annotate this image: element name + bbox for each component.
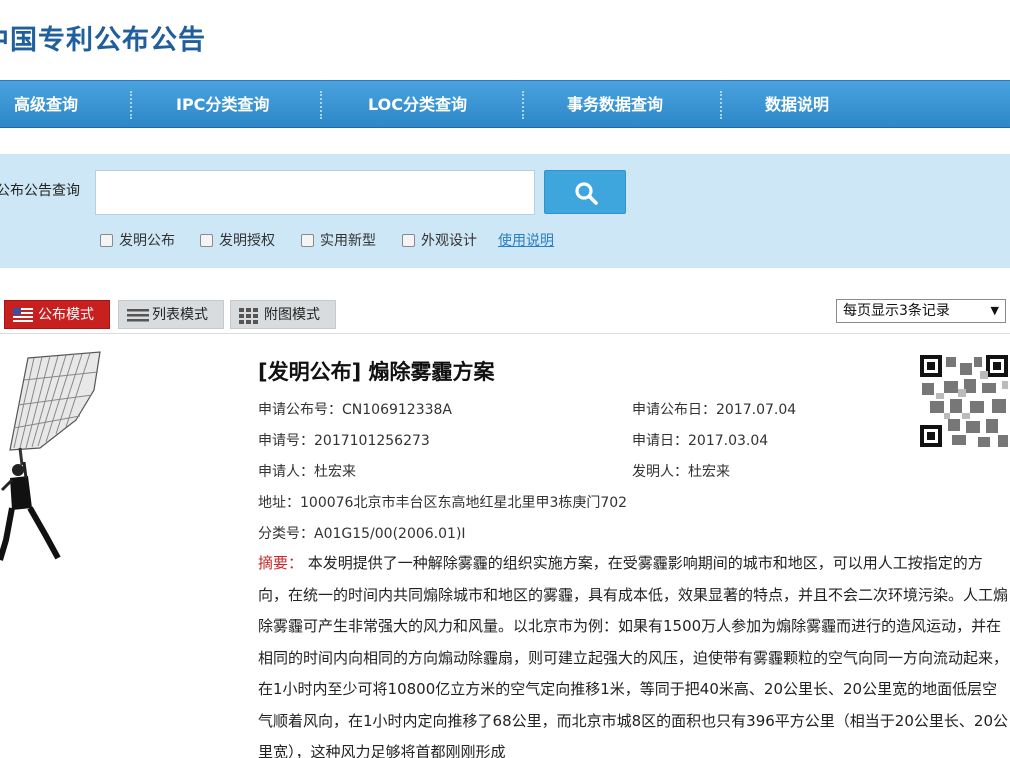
filter-utility-model[interactable]: 实用新型 (301, 230, 376, 252)
field-label: 申请人： (258, 464, 314, 480)
app-number: 2017101256273 (314, 433, 430, 449)
patent-figure (0, 351, 101, 561)
class-row: 分类号：A01G15/00(2006.01)I (258, 523, 466, 543)
field-label: 地址： (258, 495, 300, 511)
search-icon (575, 182, 598, 205)
app-date: 2017.03.04 (688, 433, 769, 449)
pub-date-row: 申请公布日：2017.07.04 (632, 399, 796, 419)
filter-invention-publication[interactable]: 发明公布 (100, 230, 175, 252)
nav-ipc-search[interactable]: IPC分类查询 (176, 81, 269, 128)
filter-design[interactable]: 外观设计 (402, 230, 477, 252)
abstract-label: 摘要： (258, 554, 304, 572)
pub-number-row: 申请公布号：CN106912338A (258, 399, 452, 419)
tab-publication-mode[interactable]: 公布模式 (4, 300, 110, 329)
main-nav: 高级查询 IPC分类查询 LOC分类查询 事务数据查询 数据说明 (0, 80, 1010, 128)
nav-separator (130, 91, 132, 119)
search-panel: 公布公告查询 发明公布 发明授权 实用新型 外观设计 使用说明 (0, 154, 1010, 268)
site-header: 中国专利公布公告 (0, 0, 1010, 80)
filter-invention-grant[interactable]: 发明授权 (200, 230, 275, 252)
nav-separator (320, 91, 322, 119)
abstract-text: 本发明提供了一种解除雾霾的组织实施方案，在受雾霾影响期间的城市和地区，可以用人工… (258, 554, 1009, 758)
filter-label: 发明授权 (219, 233, 275, 249)
field-label: 申请公布日： (632, 402, 716, 418)
search-input[interactable] (95, 170, 535, 215)
nav-separator (720, 91, 722, 119)
checkbox[interactable] (100, 234, 113, 247)
app-number-row: 申请号：2017101256273 (258, 430, 430, 450)
inventor: 杜宏来 (688, 464, 730, 480)
filter-label: 实用新型 (320, 233, 376, 249)
site-title: 中国专利公布公告 (0, 25, 206, 56)
field-label: 分类号： (258, 526, 314, 542)
tab-label: 附图模式 (264, 307, 320, 323)
search-label: 公布公告查询 (0, 183, 80, 199)
tab-label: 列表模式 (152, 307, 208, 323)
list-icon (127, 309, 149, 322)
dropdown-arrow-icon: ▼ (990, 304, 999, 317)
page-size-select[interactable]: 每页显示3条记录 ▼ (836, 299, 1006, 323)
class-number: A01G15/00(2006.01)I (314, 526, 466, 542)
grid-icon (239, 308, 258, 324)
abstract: 摘要： 本发明提供了一种解除雾霾的组织实施方案，在受雾霾影响期间的城市和地区，可… (258, 548, 1010, 758)
field-label: 申请号： (258, 433, 314, 449)
checkbox[interactable] (200, 234, 213, 247)
checkbox[interactable] (301, 234, 314, 247)
flag-icon (13, 308, 33, 322)
tab-list-mode[interactable]: 列表模式 (118, 300, 224, 329)
applicant: 杜宏来 (314, 464, 356, 480)
filter-label: 外观设计 (421, 233, 477, 249)
filter-label: 发明公布 (119, 233, 175, 249)
usage-help-link[interactable]: 使用说明 (498, 230, 554, 250)
nav-transaction-search[interactable]: 事务数据查询 (567, 81, 663, 128)
tab-label: 公布模式 (38, 307, 94, 323)
app-date-row: 申请日：2017.03.04 (632, 430, 768, 450)
pub-date: 2017.07.04 (716, 402, 797, 418)
checkbox[interactable] (402, 234, 415, 247)
address-row: 地址：100076北京市丰台区东高地红星北里甲3栋庚门702 (258, 492, 627, 512)
field-label: 发明人： (632, 464, 688, 480)
field-label: 申请日： (632, 433, 688, 449)
inventor-row: 发明人：杜宏来 (632, 461, 730, 481)
search-button[interactable] (544, 170, 626, 214)
nav-separator (522, 91, 524, 119)
view-mode-bar: 公布模式 列表模式 附图模式 每页显示3条记录 ▼ (0, 294, 1010, 334)
address: 100076北京市丰台区东高地红星北里甲3栋庚门702 (300, 495, 628, 511)
nav-data-notes[interactable]: 数据说明 (765, 81, 829, 128)
nav-advanced-search[interactable]: 高级查询 (14, 81, 78, 128)
result-title[interactable]: [发明公布] 煽除雾霾方案 (258, 356, 495, 386)
applicant-row: 申请人：杜宏来 (258, 461, 356, 481)
tab-figure-mode[interactable]: 附图模式 (230, 300, 336, 329)
pub-number: CN106912338A (342, 402, 452, 418)
page-size-value: 每页显示3条记录 (843, 303, 950, 319)
nav-loc-search[interactable]: LOC分类查询 (368, 81, 467, 128)
qr-code (918, 353, 1010, 449)
field-label: 申请公布号： (258, 402, 342, 418)
